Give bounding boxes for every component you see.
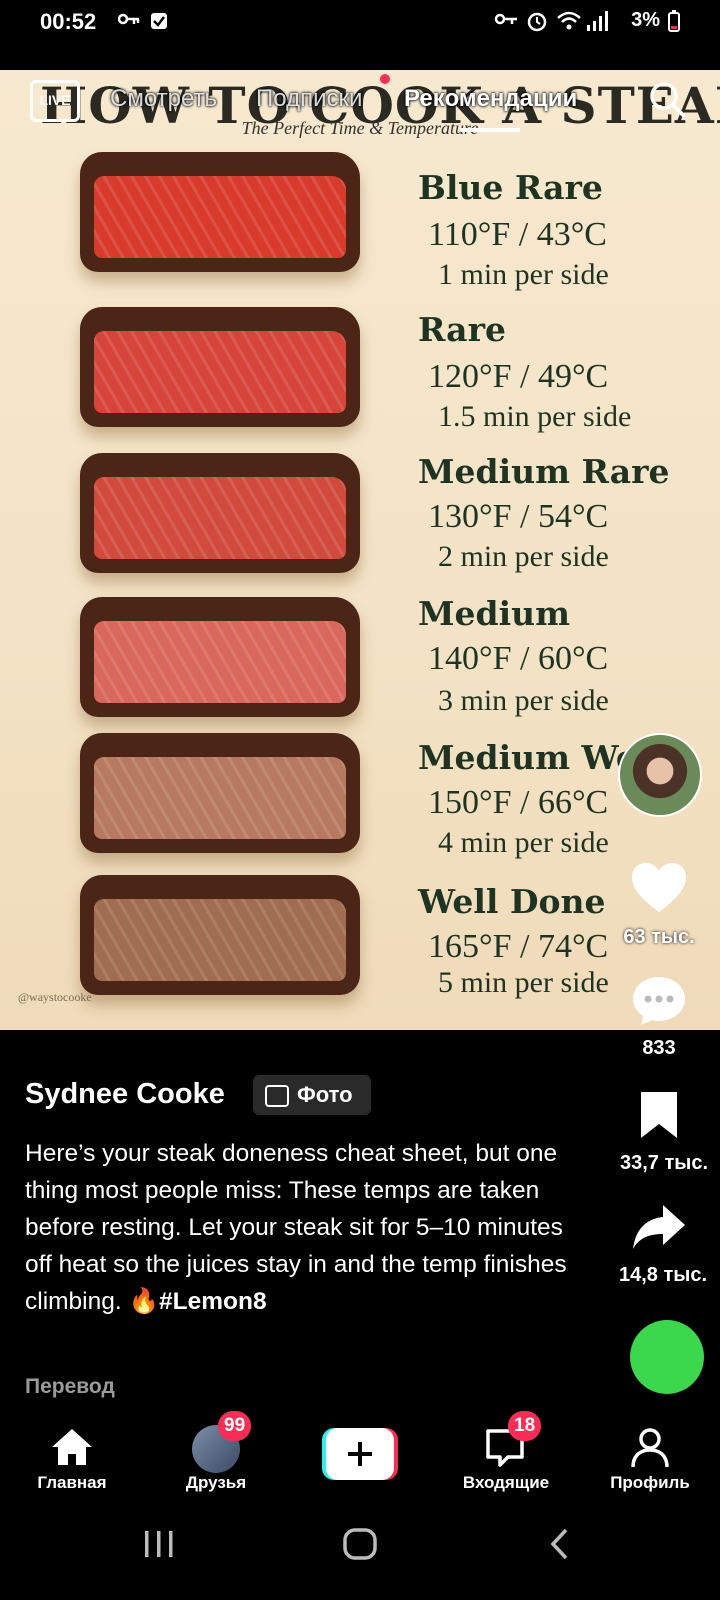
doneness-name: Medium Rare (418, 452, 670, 491)
steak-illustration (80, 307, 360, 427)
doneness-name: Well Done (418, 882, 606, 921)
doneness-temp: 120°F / 49°C (428, 358, 609, 395)
doneness-temp: 150°F / 66°C (428, 784, 609, 821)
share-icon[interactable] (624, 1203, 694, 1258)
steak-illustration (80, 152, 360, 272)
author-name[interactable]: Sydnee Cooke (25, 1078, 225, 1111)
inbox-badge: 18 (508, 1411, 542, 1441)
home-icon (50, 1427, 94, 1472)
save-count: 33,7 тыс. (619, 1152, 709, 1174)
back-icon[interactable] (548, 1527, 572, 1566)
tab-watch[interactable]: Смотреть (110, 85, 217, 113)
comment-count: 833 (642, 1037, 676, 1059)
active-tab-indicator (460, 128, 520, 132)
create-button[interactable] (322, 1428, 398, 1480)
friends-badge: 99 (218, 1411, 252, 1441)
status-time: 00:52 (40, 9, 97, 34)
doneness-name: Rare (418, 310, 506, 349)
doneness-name: Medium (418, 594, 571, 633)
doneness-time: 4 min per side (438, 826, 609, 859)
poster-subtitle: The Perfect Time & Temperature (241, 118, 479, 138)
photo-badge: Фото (253, 1075, 371, 1115)
nav-friends-label: Друзья (185, 1473, 247, 1492)
tab-subscriptions[interactable]: Подписки (256, 85, 362, 113)
new-content-dot (380, 74, 390, 84)
doneness-temp: 130°F / 54°C (428, 498, 609, 535)
steak-illustration (80, 453, 360, 573)
poster-watermark: @waystocooke (18, 990, 92, 1004)
sound-disc[interactable] (630, 1320, 704, 1394)
photo-icon (265, 1085, 289, 1107)
post-caption[interactable]: Here’s your steak doneness cheat sheet, … (25, 1135, 580, 1320)
doneness-temp: 110°F / 43°C (428, 216, 607, 253)
author-avatar[interactable] (618, 733, 702, 817)
vpn-key-icon (494, 12, 518, 31)
key-icon (117, 12, 140, 31)
battery-percent: 3% (631, 9, 660, 31)
steak-illustration (80, 733, 360, 853)
share-count: 14,8 тыс. (618, 1264, 708, 1286)
post-image[interactable]: HOW TO COOK A STEAK The Perfect Time & T… (0, 70, 720, 1030)
battery-icon (668, 10, 680, 37)
nav-home-label: Главная (37, 1473, 107, 1492)
like-icon[interactable] (624, 862, 694, 919)
doneness-time: 3 min per side (438, 684, 609, 717)
wifi-icon (556, 10, 582, 37)
caption-text: Here’s your steak doneness cheat sheet, … (25, 1140, 567, 1315)
steak-illustration (80, 597, 360, 717)
profile-icon (630, 1427, 670, 1474)
hashtag-link[interactable]: #Lemon8 (159, 1288, 267, 1315)
comment-icon[interactable] (624, 975, 694, 1032)
bottom-nav: Главная 99 Друзья 18 Входящие Профиль (0, 1411, 720, 1515)
bookmark-icon[interactable] (624, 1090, 694, 1145)
nav-inbox-label: Входящие (462, 1473, 550, 1492)
doneness-time: 1.5 min per side (438, 400, 632, 433)
photo-badge-label: Фото (297, 1082, 353, 1107)
checkbox-notification-icon (150, 12, 168, 35)
home-system-icon[interactable] (342, 1527, 378, 1566)
tab-recommendations[interactable]: Рекомендации (404, 85, 577, 113)
doneness-time: 1 min per side (438, 258, 609, 291)
doneness-temp: 165°F / 74°C (428, 928, 609, 965)
doneness-time: 2 min per side (438, 540, 609, 573)
fire-icon: 🔥 (128, 1288, 160, 1315)
doneness-temp: 140°F / 60°C (428, 640, 609, 677)
translate-button[interactable]: Перевод (25, 1375, 115, 1399)
like-count: 63 тыс. (623, 926, 695, 948)
signal-icon (586, 10, 608, 37)
alarm-icon (526, 10, 548, 37)
system-nav-bar (0, 1515, 720, 1600)
status-bar: 00:52 3% (0, 0, 720, 44)
search-icon[interactable] (648, 80, 686, 118)
nav-profile-label: Профиль (610, 1473, 690, 1492)
recent-apps-icon[interactable] (142, 1529, 176, 1564)
doneness-time: 5 min per side (438, 966, 609, 999)
live-icon[interactable]: LIVE (30, 80, 80, 122)
steak-illustration (80, 875, 360, 995)
doneness-name: Blue Rare (418, 168, 603, 207)
